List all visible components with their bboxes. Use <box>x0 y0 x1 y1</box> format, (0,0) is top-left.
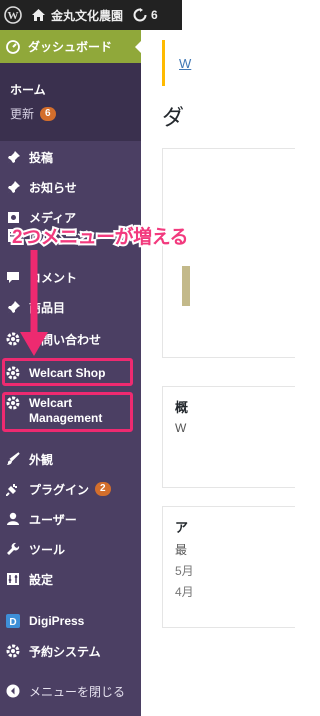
annotation-callout: 2つメニューが増える <box>10 225 191 250</box>
highlight-welcart-management <box>2 392 133 432</box>
highlight-welcart-shop <box>2 358 133 386</box>
